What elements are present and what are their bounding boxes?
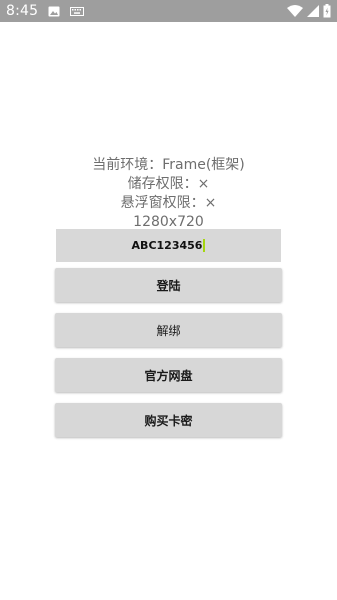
keyboard-icon bbox=[70, 6, 85, 16]
image-icon bbox=[48, 6, 60, 17]
status-system-icons bbox=[287, 4, 331, 18]
signal-icon bbox=[307, 5, 319, 17]
environment-info: 当前环境：Frame(框架) 储存权限：× 悬浮窗权限：× 1280x720 bbox=[0, 156, 337, 232]
overlay-permission-label: 悬浮窗权限：× bbox=[120, 195, 217, 211]
card-key-value: ABC123456 bbox=[131, 239, 203, 252]
buy-key-button[interactable]: 购买卡密 bbox=[55, 403, 282, 437]
official-cloud-button[interactable]: 官方网盘 bbox=[55, 358, 282, 392]
status-notification-icons bbox=[48, 6, 85, 17]
status-bar: 8:45 bbox=[0, 0, 337, 22]
status-time: 8:45 bbox=[6, 3, 39, 19]
storage-permission-label: 储存权限：× bbox=[127, 176, 210, 192]
wifi-icon bbox=[287, 5, 303, 17]
card-key-input[interactable]: ABC123456 bbox=[56, 229, 281, 262]
login-button[interactable]: 登陆 bbox=[55, 268, 282, 302]
environment-label: 当前环境：Frame(框架) bbox=[92, 157, 245, 173]
unbind-button[interactable]: 解绑 bbox=[55, 313, 282, 347]
battery-charging-icon bbox=[323, 4, 331, 18]
text-cursor bbox=[203, 239, 206, 252]
